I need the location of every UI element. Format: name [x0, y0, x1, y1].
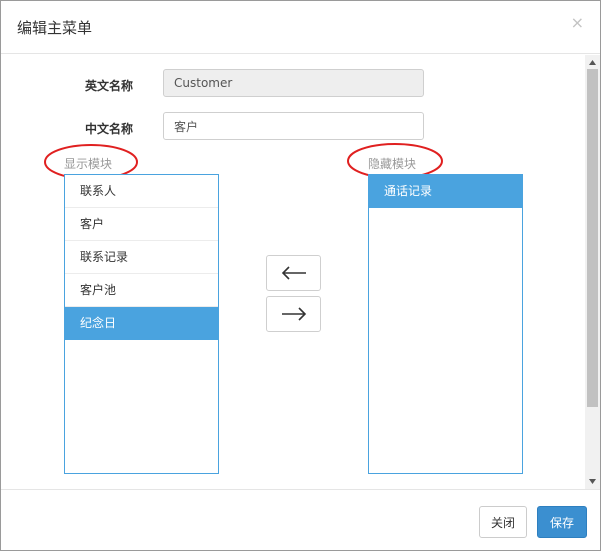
move-right-button[interactable] — [266, 296, 321, 332]
dialog-footer: 关闭 保存 — [1, 489, 600, 550]
dialog-title: 编辑主菜单 — [17, 19, 93, 37]
visible-modules-label: 显示模块 — [64, 157, 113, 171]
save-button[interactable]: 保存 — [537, 506, 587, 538]
english-name-label: 英文名称 — [85, 79, 134, 93]
list-item[interactable]: 联系记录 — [65, 241, 218, 274]
list-item[interactable]: 客户池 — [65, 274, 218, 307]
arrow-left-icon — [281, 266, 306, 280]
close-icon[interactable]: × — [571, 13, 584, 32]
visible-modules-list[interactable]: 联系人 客户 联系记录 客户池 纪念日 — [64, 174, 219, 474]
arrow-right-icon — [281, 307, 306, 321]
list-item[interactable]: 纪念日 — [65, 307, 218, 340]
dialog-body: 英文名称 中文名称 显示模块 联系人客户联系记录客户池纪念日 隐藏模块 — [1, 55, 600, 489]
hidden-modules-list[interactable]: 通话记录 — [368, 174, 523, 474]
hidden-modules-label: 隐藏模块 — [368, 157, 417, 171]
english-name-input[interactable] — [163, 69, 424, 97]
edit-main-menu-dialog: 编辑主菜单 × 英文名称 中文名称 显示模块 联系人客户联系记录客户池纪念日 — [0, 0, 601, 551]
list-item[interactable]: 联系人 — [65, 175, 218, 208]
scroll-thumb[interactable] — [587, 69, 598, 407]
chinese-name-label: 中文名称 — [85, 122, 134, 136]
scroll-down-arrow-icon[interactable] — [585, 475, 600, 487]
chinese-name-input[interactable] — [163, 112, 424, 140]
dialog-header: 编辑主菜单 × — [1, 1, 600, 54]
list-item[interactable]: 通话记录 — [369, 175, 522, 208]
vertical-scrollbar[interactable] — [585, 55, 600, 489]
scroll-up-arrow-icon[interactable] — [585, 56, 600, 68]
list-item[interactable]: 客户 — [65, 208, 218, 241]
close-button[interactable]: 关闭 — [479, 506, 527, 538]
move-left-button[interactable] — [266, 255, 321, 291]
